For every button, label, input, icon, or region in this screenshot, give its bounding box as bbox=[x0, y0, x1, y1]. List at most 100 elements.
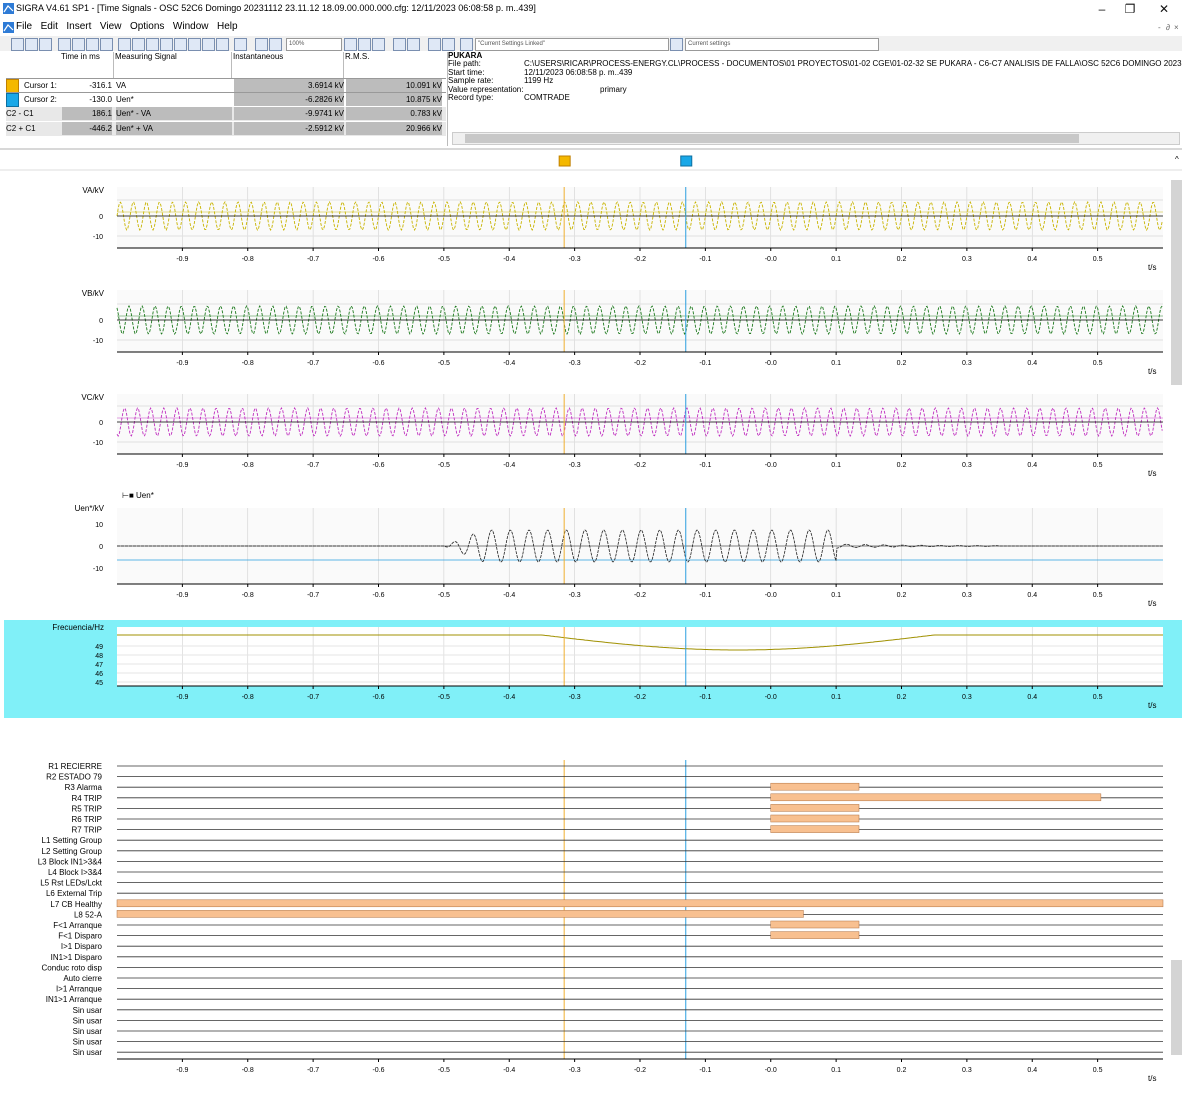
row-rms: 0.783 kV bbox=[346, 107, 442, 120]
circle-icon[interactable] bbox=[174, 38, 187, 51]
binary-signal-label: Sin usar bbox=[73, 1038, 103, 1047]
x-tick-label: 0.5 bbox=[1093, 592, 1103, 599]
info-key: Record type: bbox=[448, 93, 494, 103]
row-time: -446.2 bbox=[62, 122, 112, 135]
menu-view[interactable]: View bbox=[100, 21, 122, 32]
signal-icon[interactable] bbox=[132, 38, 145, 51]
harmonics-icon[interactable] bbox=[202, 38, 215, 51]
current-settings-combo[interactable]: Current settings bbox=[685, 38, 879, 51]
signal-plot-area[interactable]: VA/kV 0 -10 -0.9 -0.8 -0.7 -0.6 -0.5 -0.4 -0.3 -0.… bbox=[0, 150, 1182, 1094]
binary-active-bar bbox=[770, 793, 1102, 802]
x-tick-label: -0.5 bbox=[438, 256, 450, 263]
x-tick-label: 0.5 bbox=[1093, 1067, 1103, 1074]
mdi-minimize-button[interactable]: - bbox=[1158, 23, 1161, 32]
y-tick-label: -10 bbox=[93, 566, 103, 573]
fit-y-icon[interactable] bbox=[372, 38, 385, 51]
table-row[interactable]: C2 + C1 -446.2 Uen* + VA -2.5912 kV 20.9… bbox=[6, 122, 446, 136]
x-tick-label: -0.6 bbox=[372, 694, 384, 701]
record-type: COMTRADE bbox=[524, 93, 570, 103]
menu-options[interactable]: Options bbox=[130, 21, 164, 32]
close-button[interactable]: ✕ bbox=[1146, 0, 1182, 18]
window-gap bbox=[0, 720, 1182, 746]
cut-icon[interactable] bbox=[58, 38, 71, 51]
x-tick-label: 0.1 bbox=[831, 462, 841, 469]
fit-x-icon[interactable] bbox=[358, 38, 371, 51]
row-label: Cursor 2: bbox=[24, 95, 57, 104]
binary-signal-label: L3 Block IN1>3&4 bbox=[38, 857, 103, 866]
menu-file[interactable]: File bbox=[16, 21, 32, 32]
zoom-combo[interactable]: 100% bbox=[286, 38, 342, 51]
vector-icon[interactable] bbox=[160, 38, 173, 51]
x-unit-label: t/s bbox=[1148, 469, 1156, 478]
zoom-icon[interactable] bbox=[269, 38, 282, 51]
cursor1-swatch bbox=[6, 79, 19, 93]
settings-combo[interactable]: "Current Settings Linked" bbox=[475, 38, 669, 51]
menu-edit[interactable]: Edit bbox=[41, 21, 58, 32]
x-tick-label: -0.8 bbox=[242, 592, 254, 599]
save-icon[interactable] bbox=[25, 38, 38, 51]
x-tick-label: -0.9 bbox=[176, 592, 188, 599]
restore-button[interactable]: ❐ bbox=[1112, 0, 1148, 18]
x-tick-label: -0.4 bbox=[503, 256, 515, 263]
x-tick-label: 0.4 bbox=[1027, 1067, 1037, 1074]
mdi-close-button[interactable]: × bbox=[1174, 23, 1179, 32]
window-title: SIGRA V4.61 SP1 - [Time Signals - OSC 52… bbox=[16, 3, 536, 13]
binary-active-bar bbox=[770, 804, 860, 812]
hand-icon[interactable] bbox=[255, 38, 268, 51]
settings-icon[interactable] bbox=[442, 38, 455, 51]
table-row[interactable]: Cursor 1: -316.1 VA 3.6914 kV 10.091 kV bbox=[6, 78, 446, 93]
cursor-icon[interactable] bbox=[118, 38, 131, 51]
paste-icon[interactable] bbox=[86, 38, 99, 51]
x-tick-label: -0.0 bbox=[765, 1067, 777, 1074]
copy-icon[interactable] bbox=[72, 38, 85, 51]
wave-icon[interactable] bbox=[393, 38, 406, 51]
x-tick-label: -0.1 bbox=[699, 256, 711, 263]
open-icon[interactable] bbox=[11, 38, 24, 51]
x-tick-label: -0.9 bbox=[176, 1067, 188, 1074]
export-icon[interactable] bbox=[234, 38, 247, 51]
table-icon[interactable] bbox=[100, 38, 113, 51]
y-tick-label: 10 bbox=[95, 522, 103, 529]
table-row[interactable]: C2 - C1 186.1 Uen* - VA -9.9741 kV 0.783… bbox=[6, 107, 446, 121]
x-unit-label: t/s bbox=[1148, 263, 1156, 272]
scroll-thumb[interactable] bbox=[465, 134, 1079, 143]
fit-icon[interactable] bbox=[344, 38, 357, 51]
x-tick-label: -0.2 bbox=[634, 694, 646, 701]
x-tick-label: -0.5 bbox=[438, 360, 450, 367]
x-tick-label: 0.1 bbox=[831, 694, 841, 701]
pointer-help-icon[interactable] bbox=[670, 38, 683, 51]
binary-signal-label: R5 TRIP bbox=[71, 804, 102, 813]
row-label: Cursor 1: bbox=[24, 81, 57, 90]
x-tick-label: 0.1 bbox=[831, 1067, 841, 1074]
x-tick-label: 0.2 bbox=[897, 694, 907, 701]
x-tick-label: -0.3 bbox=[569, 360, 581, 367]
menu-window[interactable]: Window bbox=[173, 21, 209, 32]
x-tick-label: 0.1 bbox=[831, 256, 841, 263]
binary-signal-label: F<1 Arranque bbox=[53, 921, 102, 930]
x-tick-label: -0.3 bbox=[569, 462, 581, 469]
x-tick-label: -0.8 bbox=[242, 360, 254, 367]
binary-signal-label: Conduc roto disp bbox=[42, 963, 103, 972]
time-signals-icon[interactable] bbox=[188, 38, 201, 51]
diagram-icon[interactable] bbox=[146, 38, 159, 51]
link-icon[interactable] bbox=[460, 38, 473, 51]
row-inst: -2.5912 kV bbox=[234, 122, 344, 135]
menu-insert[interactable]: Insert bbox=[66, 21, 91, 32]
x-tick-label: -0.5 bbox=[438, 592, 450, 599]
x-tick-label: -0.2 bbox=[634, 592, 646, 599]
info-h-scrollbar[interactable] bbox=[452, 132, 1180, 145]
binary-signal-label: R2 ESTADO 79 bbox=[46, 773, 102, 782]
x-tick-label: -0.0 bbox=[765, 462, 777, 469]
mdi-restore-button[interactable]: ∂ bbox=[1166, 23, 1170, 32]
x-tick-label: -0.3 bbox=[569, 1067, 581, 1074]
table-view-icon[interactable] bbox=[216, 38, 229, 51]
x-tick-label: 0.4 bbox=[1027, 462, 1037, 469]
print-icon[interactable] bbox=[39, 38, 52, 51]
overlay-icon[interactable] bbox=[428, 38, 441, 51]
rms-icon[interactable] bbox=[407, 38, 420, 51]
table-row[interactable]: Cursor 2: -130.0 Uen* -6.2826 kV 10.875 … bbox=[6, 92, 446, 108]
menu-help[interactable]: Help bbox=[217, 21, 238, 32]
x-tick-label: -0.0 bbox=[765, 592, 777, 599]
panel-label: VC/kV bbox=[81, 393, 104, 402]
col-signal: Measuring Signal bbox=[115, 52, 177, 61]
